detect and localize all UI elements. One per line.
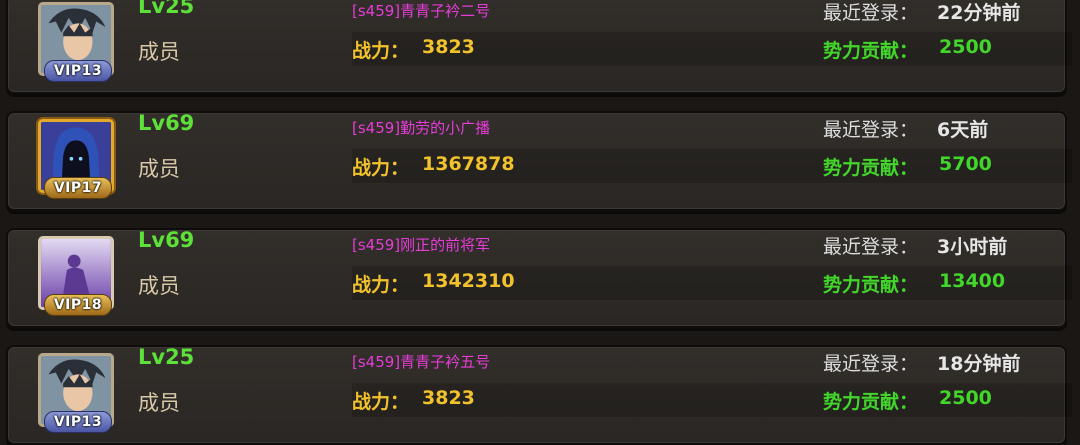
contribution-value: 5700 — [939, 153, 992, 175]
last-login-label: 最近登录： — [823, 353, 919, 375]
contribution-value: 13400 — [939, 270, 1006, 292]
contribution-label: 势力贡献： — [823, 274, 919, 296]
avatar[interactable]: VIP18 — [38, 236, 120, 318]
last-login-value: 3小时前 — [937, 236, 1008, 258]
member-role: 成员 — [138, 274, 180, 298]
member-level: Lv25 — [138, 0, 195, 18]
vip-badge: VIP13 — [44, 60, 112, 82]
avatar[interactable]: VIP13 — [38, 2, 120, 84]
member-role: 成员 — [138, 391, 180, 415]
member-row[interactable]: VIP17 Lv69 成员 [s459]勤劳的小广播 战力： 1367878 最… — [6, 111, 1072, 211]
member-name[interactable]: [s459]勤劳的小广播 — [352, 117, 490, 138]
last-login-label: 最近登录： — [823, 119, 919, 141]
power-value: 1342310 — [422, 270, 515, 292]
member-role: 成员 — [138, 40, 180, 64]
avatar[interactable]: VIP17 — [38, 119, 120, 201]
vip-badge: VIP17 — [44, 177, 112, 199]
member-role: 成员 — [138, 157, 180, 181]
member-level: Lv25 — [138, 345, 195, 369]
last-login-label: 最近登录： — [823, 236, 919, 258]
contribution-label: 势力贡献： — [823, 157, 919, 179]
power-value: 3823 — [422, 36, 475, 58]
vip-badge: VIP18 — [44, 294, 112, 316]
member-level: Lv69 — [138, 111, 195, 135]
member-list: VIP13 Lv25 成员 [s459]青青子衿二号 战力： 3823 最近登录… — [0, 0, 1080, 445]
contribution-value: 2500 — [939, 387, 992, 409]
power-value: 1367878 — [422, 153, 515, 175]
last-login-label: 最近登录： — [823, 2, 919, 24]
member-row[interactable]: VIP18 Lv69 成员 [s459]刚正的前将军 战力： 1342310 最… — [6, 228, 1072, 328]
power-label: 战力： — [352, 274, 410, 296]
contribution-label: 势力贡献： — [823, 391, 919, 413]
member-name[interactable]: [s459]青青子衿二号 — [352, 0, 490, 21]
member-name[interactable]: [s459]刚正的前将军 — [352, 234, 490, 255]
power-label: 战力： — [352, 40, 410, 62]
contribution-value: 2500 — [939, 36, 992, 58]
power-value: 3823 — [422, 387, 475, 409]
last-login-value: 18分钟前 — [937, 353, 1021, 375]
last-login-value: 22分钟前 — [937, 2, 1021, 24]
member-row[interactable]: VIP13 Lv25 成员 [s459]青青子衿二号 战力： 3823 最近登录… — [6, 0, 1072, 94]
vip-badge: VIP13 — [44, 411, 112, 433]
avatar[interactable]: VIP13 — [38, 353, 120, 435]
member-name[interactable]: [s459]青青子衿五号 — [352, 351, 490, 372]
last-login-value: 6天前 — [937, 119, 989, 141]
power-label: 战力： — [352, 391, 410, 413]
member-level: Lv69 — [138, 228, 195, 252]
power-label: 战力： — [352, 157, 410, 179]
member-row[interactable]: VIP13 Lv25 成员 [s459]青青子衿五号 战力： 3823 最近登录… — [6, 345, 1072, 445]
contribution-label: 势力贡献： — [823, 40, 919, 62]
